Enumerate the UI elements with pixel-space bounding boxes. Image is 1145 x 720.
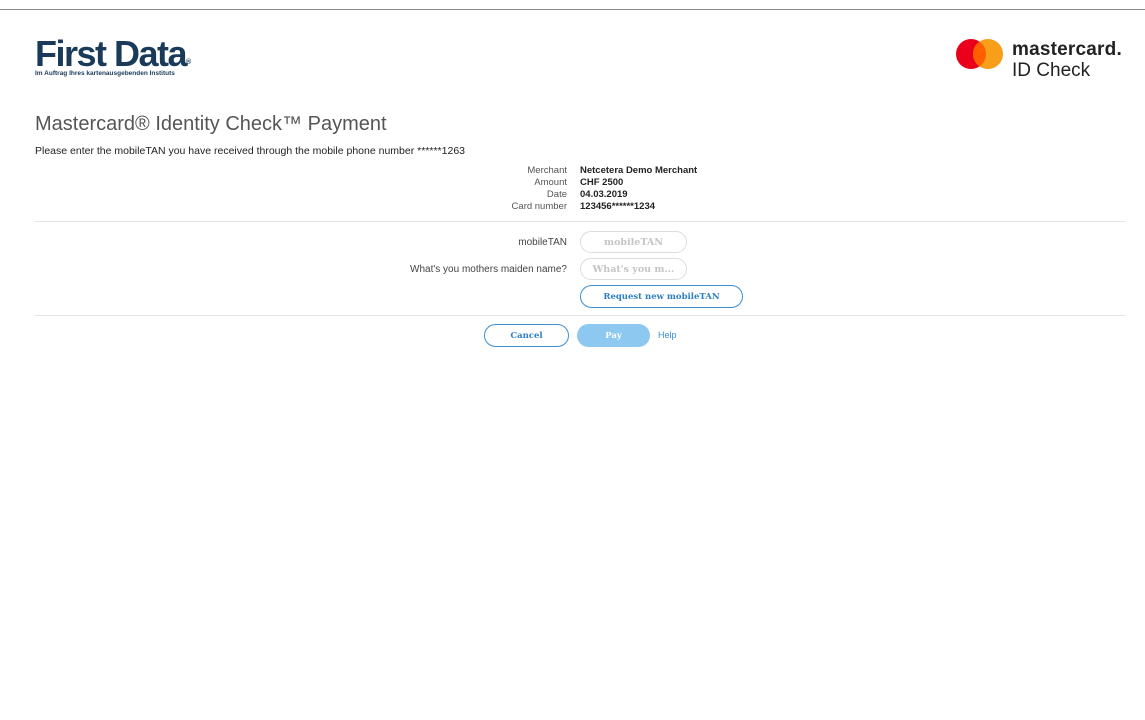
request-new-mobiletan-button[interactable]: Request new mobileTAN	[580, 285, 743, 308]
detail-row-amount: Amount CHF 2500	[0, 177, 1145, 189]
detail-row-merchant: Merchant Netcetera Demo Merchant	[0, 165, 1145, 177]
mastercard-circles-icon	[956, 39, 1003, 69]
pay-button[interactable]: Pay	[577, 324, 650, 347]
maiden-name-label: What's you mothers maiden name?	[410, 264, 567, 275]
detail-row-date: Date 04.03.2019	[0, 189, 1145, 201]
detail-value: 04.03.2019	[580, 189, 628, 200]
help-link[interactable]: Help	[658, 330, 677, 340]
mobiletan-input[interactable]	[580, 231, 687, 253]
first-data-tagline: Im Auftrag Ihres kartenausgebenden Insti…	[35, 70, 175, 77]
detail-label: Merchant	[527, 165, 567, 176]
detail-label: Date	[546, 189, 567, 200]
detail-row-card-number: Card number 123456******1234	[0, 201, 1145, 213]
divider	[35, 221, 1125, 222]
first-data-logo: First Data® Im Auftrag Ihres kartenausge…	[35, 34, 205, 80]
detail-label: Card number	[511, 201, 567, 212]
divider	[35, 315, 1125, 316]
mastercard-id-check-logo: mastercard. ID Check	[955, 38, 1130, 82]
top-rule	[0, 9, 1145, 10]
cancel-button[interactable]: Cancel	[484, 324, 569, 347]
detail-value: Netcetera Demo Merchant	[580, 165, 698, 176]
detail-value: CHF 2500	[580, 177, 624, 188]
instruction-text: Please enter the mobileTAN you have rece…	[35, 145, 465, 157]
page-title: Mastercard® Identity Check™ Payment	[35, 113, 387, 135]
maiden-name-input[interactable]	[580, 258, 687, 280]
mobiletan-label: mobileTAN	[518, 237, 567, 248]
detail-label: Amount	[534, 177, 567, 188]
detail-value: 123456******1234	[580, 201, 656, 212]
mastercard-wordmark: mastercard.	[1012, 39, 1122, 60]
id-check-wordmark: ID Check	[1012, 60, 1091, 81]
